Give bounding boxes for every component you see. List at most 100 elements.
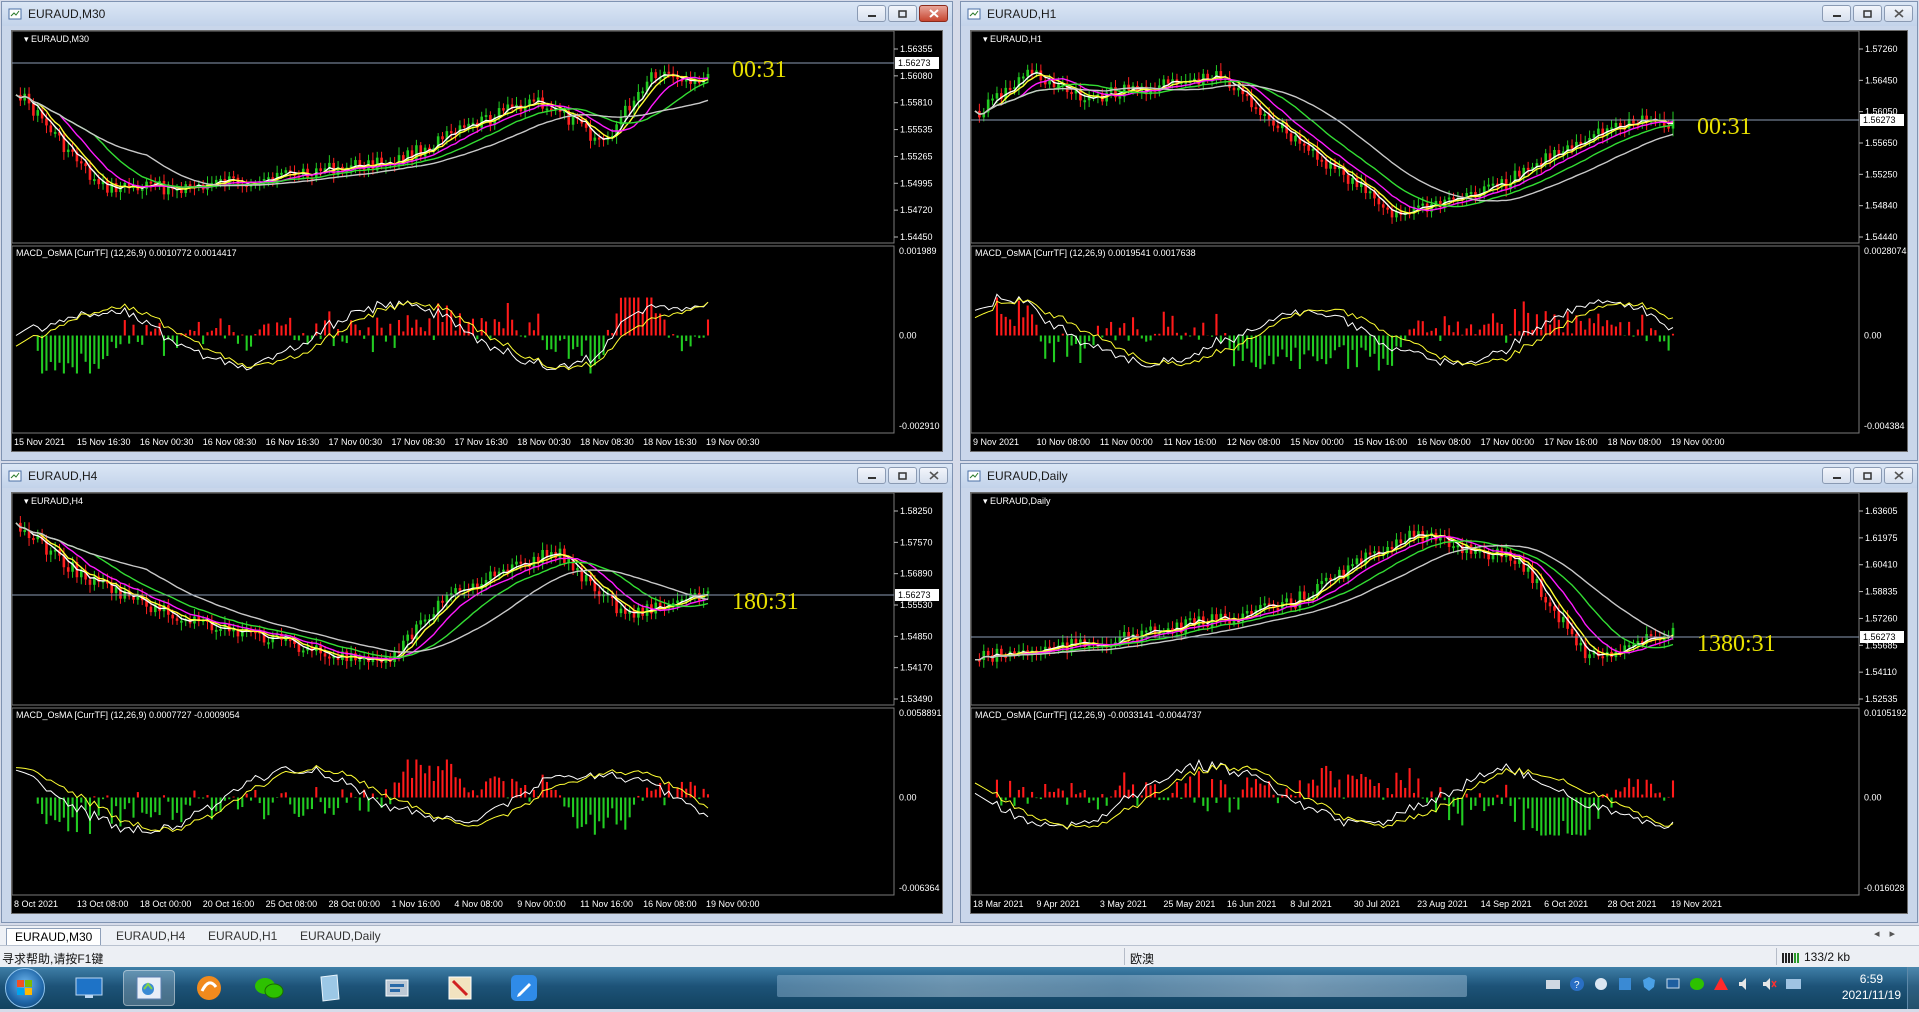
candle-body: [986, 650, 990, 656]
browser-icon: [197, 976, 221, 1000]
chart-window-icon: [967, 8, 981, 20]
tab-scroll-arrows[interactable]: ◂▸: [1874, 927, 1905, 940]
restore-button[interactable]: [1853, 5, 1882, 22]
close-button[interactable]: [919, 5, 948, 22]
taskbar-desktop-app[interactable]: [63, 970, 115, 1006]
shield-icon[interactable]: [1641, 976, 1657, 992]
show-desktop-button[interactable]: [1907, 967, 1919, 1009]
chart-window-daily[interactable]: EURAUD,Daily ▾ EURAUD,Daily 1.63605 1.6197…: [960, 463, 1918, 923]
taskbar-mt4-app[interactable]: [123, 970, 175, 1006]
tab-m30[interactable]: EURAUD,M30: [6, 928, 102, 945]
window-title: EURAUD,H4: [28, 469, 98, 483]
window-titlebar[interactable]: EURAUD,H1: [961, 2, 1917, 26]
candle-body: [140, 188, 144, 191]
minimize-button[interactable]: [1822, 5, 1851, 22]
window-titlebar[interactable]: EURAUD,M30: [2, 2, 952, 26]
current-price-label: 1.56273: [898, 590, 931, 600]
tab-h4[interactable]: EURAUD,H4: [108, 928, 193, 945]
time-axis-label: 15 Nov 2021: [14, 437, 65, 447]
price-tick-label: 1.54110: [1865, 667, 1897, 677]
candle-body: [297, 643, 301, 652]
start-button[interactable]: [5, 968, 45, 1008]
sound-muted-icon[interactable]: [1761, 976, 1777, 992]
taskbar-browser-app[interactable]: [183, 970, 235, 1006]
help-icon[interactable]: ?: [1569, 976, 1585, 992]
time-axis-label: 20 Oct 16:00: [203, 899, 255, 909]
candle-body: [1535, 579, 1539, 584]
time-axis-label: 17 Nov 00:00: [1481, 437, 1535, 447]
minimize-icon: [867, 14, 876, 17]
candle-body: [23, 530, 27, 533]
candle-body: [66, 567, 70, 572]
restore-button[interactable]: [888, 5, 917, 22]
clock-tray-icon[interactable]: [1593, 976, 1609, 992]
candle-body: [1302, 591, 1306, 600]
restore-button[interactable]: [888, 467, 917, 484]
moving-average-line: [15, 74, 709, 190]
close-button[interactable]: [1884, 467, 1913, 484]
chart-canvas[interactable]: ▾ EURAUD,M30 1.56355 1.56080 1.55810 1.55535…: [11, 30, 943, 452]
candle-body: [354, 160, 357, 166]
chart-canvas[interactable]: ▾ EURAUD,Daily 1.63605 1.61975 1.60410 1.588…: [970, 492, 1908, 914]
candle-body: [214, 629, 218, 632]
candle-body: [676, 77, 679, 80]
close-button[interactable]: [1884, 5, 1913, 22]
network-icon[interactable]: [1665, 976, 1681, 992]
candle-body: [515, 561, 518, 565]
tab-daily[interactable]: EURAUD,Daily: [292, 928, 389, 945]
chart-window-h4[interactable]: EURAUD,H4 ▾ EURAUD,H4 1.58250 1.57570 1.568…: [1, 463, 953, 923]
candle-body: [1254, 107, 1258, 110]
candle-body: [593, 137, 597, 141]
warning-icon[interactable]: [1713, 976, 1729, 992]
chart-tabs-bar: EURAUD,M30 EURAUD,H4 EURAUD,H1 EURAUD,Da…: [0, 925, 1919, 945]
candle-body: [1329, 577, 1332, 580]
time-axis-label: 8 Oct 2021: [14, 899, 58, 909]
time-axis-label: 11 Nov 00:00: [1100, 437, 1153, 447]
macd-tick-label: 0.0028074: [1864, 246, 1907, 256]
wechat-tray-icon[interactable]: [1689, 976, 1705, 992]
candle-body: [1557, 610, 1561, 623]
taskbar-wechat-app[interactable]: [243, 970, 295, 1006]
candle-body: [641, 91, 645, 94]
taskbar-paint-app[interactable]: [434, 970, 486, 1006]
candle-body: [1026, 69, 1029, 77]
time-axis-label: 19 Nov 00:30: [706, 437, 760, 447]
candle-body: [180, 620, 183, 623]
windows-logo-icon: [17, 980, 32, 995]
close-button[interactable]: [919, 467, 948, 484]
update-icon[interactable]: [1617, 976, 1633, 992]
display-icon[interactable]: [1785, 976, 1803, 992]
minimize-button[interactable]: [857, 467, 886, 484]
volume-icon[interactable]: [1737, 976, 1753, 992]
chart-canvas[interactable]: ▾ EURAUD,H1 1.57260 1.56450 1.56050 1.55650 1…: [970, 30, 1908, 452]
candle-body: [106, 180, 109, 193]
taskbar-editor-app[interactable]: [498, 970, 550, 1006]
restore-button[interactable]: [1853, 467, 1882, 484]
taskbar-notes-app[interactable]: [303, 970, 355, 1006]
time-axis-label: 17 Nov 16:00: [1544, 437, 1598, 447]
candle-body: [1144, 630, 1148, 633]
moving-average-line: [974, 71, 1674, 215]
tab-h1[interactable]: EURAUD,H1: [200, 928, 285, 945]
chart-window-m30[interactable]: EURAUD,M30 ▾ EURAUD,M30 1.56355 1.56080 1.5…: [1, 1, 953, 461]
price-tick-label: 1.55535: [900, 125, 933, 135]
candle-body: [232, 176, 235, 179]
taskbar-network-app[interactable]: [371, 970, 423, 1006]
chart-window-icon: [8, 470, 22, 482]
chart-window-h1[interactable]: EURAUD,H1 ▾ EURAUD,H1 1.57260 1.56450 1.560…: [960, 1, 1918, 461]
minimize-button[interactable]: [857, 5, 886, 22]
candle-body: [415, 145, 418, 161]
window-titlebar[interactable]: EURAUD,H4: [2, 464, 952, 488]
window-titlebar[interactable]: EURAUD,Daily: [961, 464, 1917, 488]
candle-body: [1070, 92, 1073, 95]
macd-tick-label: -0.004384: [1864, 421, 1905, 431]
keyboard-icon[interactable]: [1545, 977, 1561, 991]
minimize-button[interactable]: [1822, 467, 1851, 484]
taskbar-clock[interactable]: 6:59 2021/11/19: [1842, 971, 1901, 1003]
price-tick-label: 1.57570: [900, 537, 933, 547]
candle-body: [632, 610, 636, 618]
candle-body: [423, 619, 427, 622]
candle-body: [650, 72, 653, 82]
chart-canvas[interactable]: ▾ EURAUD,H4 1.58250 1.57570 1.56890 1.55530 1…: [11, 492, 943, 914]
candle-body: [441, 136, 444, 140]
